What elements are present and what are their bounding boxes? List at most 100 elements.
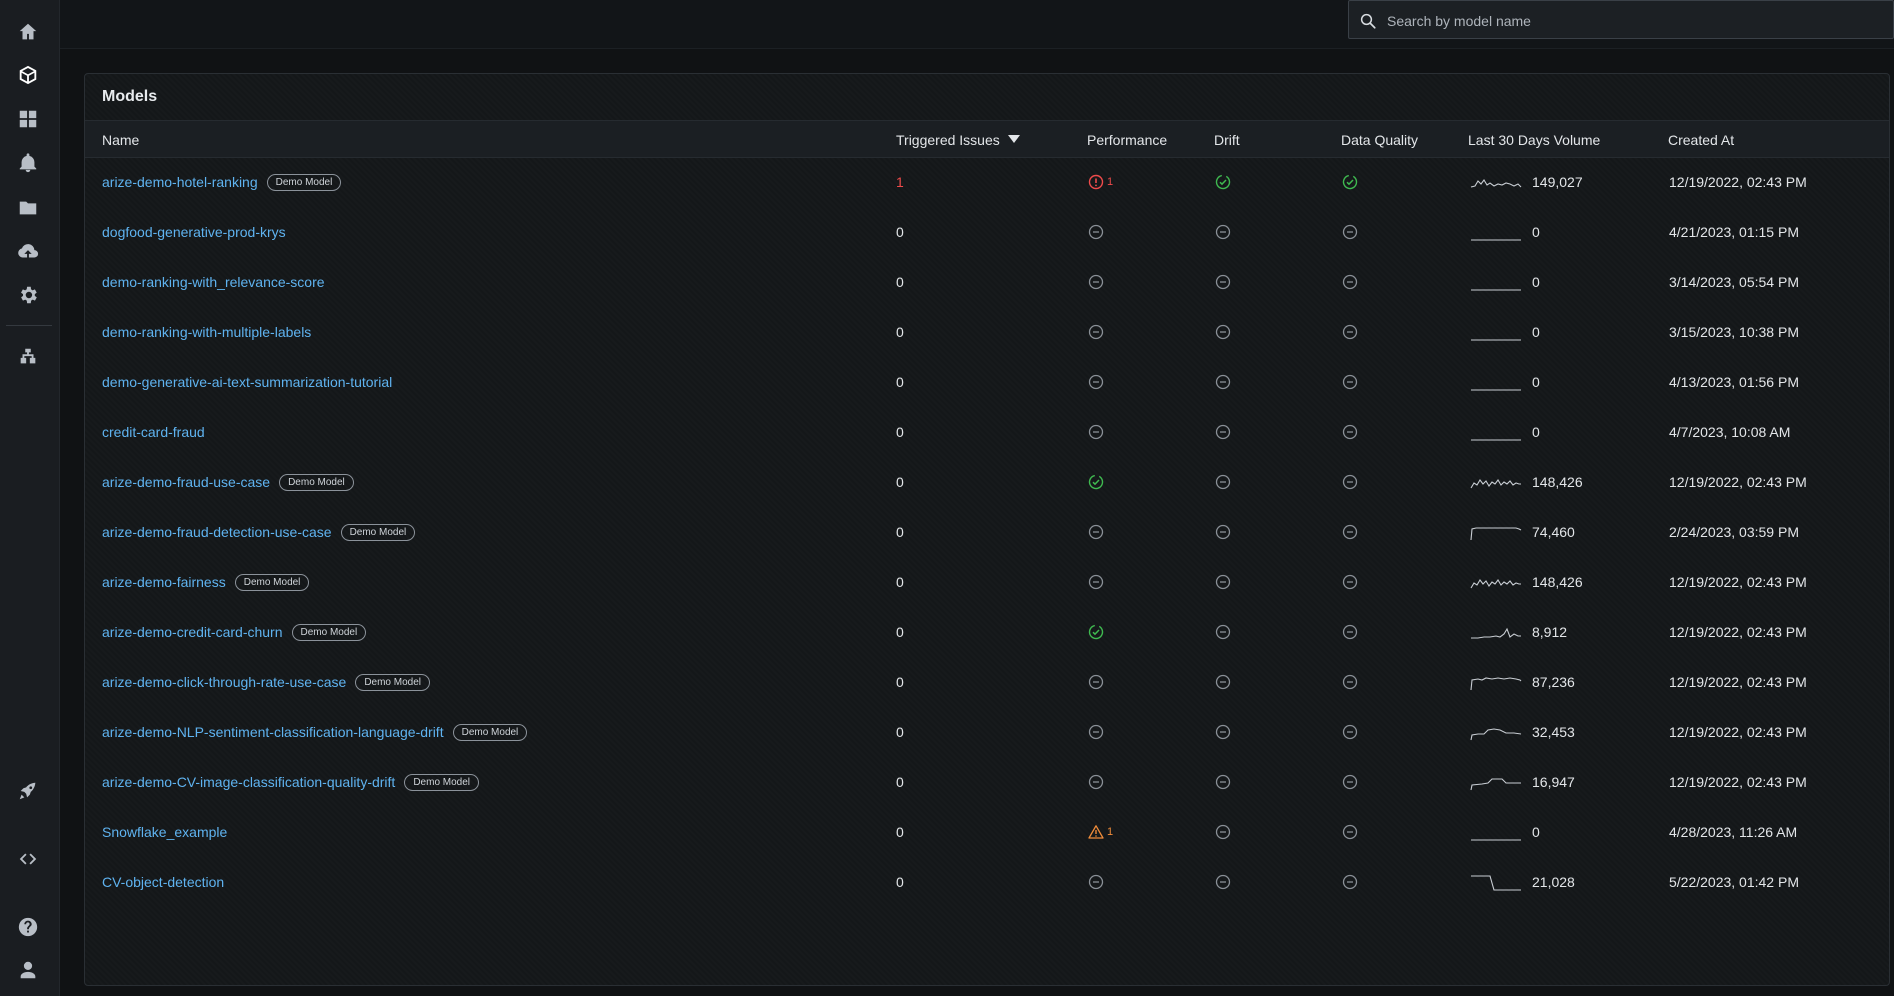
volume-cell: 0 — [1470, 407, 1540, 457]
help-icon[interactable] — [14, 913, 42, 941]
model-link[interactable]: demo-ranking-with-multiple-labels — [102, 324, 311, 340]
model-link[interactable]: CV-object-detection — [102, 874, 224, 890]
drift-status-none-icon[interactable] — [1215, 624, 1231, 640]
drift-status-none-icon[interactable] — [1215, 724, 1231, 740]
cloud-upload-icon[interactable] — [14, 238, 42, 266]
model-link[interactable]: arize-demo-fraud-use-case — [102, 474, 270, 490]
table-row[interactable]: arize-demo-click-through-rate-use-case De… — [85, 657, 1889, 707]
performance-status-ok-icon[interactable] — [1088, 624, 1104, 640]
model-link[interactable]: credit-card-fraud — [102, 424, 205, 440]
performance-status-none-icon[interactable] — [1088, 424, 1104, 440]
column-header-data-quality[interactable]: Data Quality — [1341, 132, 1418, 148]
user-icon[interactable] — [14, 956, 42, 984]
model-link[interactable]: arize-demo-NLP-sentiment-classification-… — [102, 724, 444, 740]
performance-status-none-icon[interactable] — [1088, 874, 1104, 890]
performance-status-none-icon[interactable] — [1088, 574, 1104, 590]
table-row[interactable]: arize-demo-hotel-ranking Demo Model 1 1 149,… — [85, 157, 1889, 207]
column-header-triggered-issues[interactable]: Triggered Issues — [896, 132, 1020, 148]
model-link[interactable]: demo-generative-ai-text-summarization-tu… — [102, 374, 392, 390]
data-quality-status-none-icon[interactable] — [1342, 424, 1358, 440]
code-icon[interactable] — [14, 845, 42, 873]
table-row[interactable]: arize-demo-fraud-use-case Demo Model 0 148,… — [85, 457, 1889, 507]
created-at-value: 12/19/2022, 02:43 PM — [1669, 624, 1807, 640]
model-link[interactable]: arize-demo-credit-card-churn — [102, 624, 283, 640]
drift-status-none-icon[interactable] — [1215, 274, 1231, 290]
data-quality-status-none-icon[interactable] — [1342, 474, 1358, 490]
table-row[interactable]: arize-demo-NLP-sentiment-classification-… — [85, 707, 1889, 757]
model-link[interactable]: arize-demo-hotel-ranking — [102, 174, 258, 190]
data-quality-status-none-icon[interactable] — [1342, 824, 1358, 840]
performance-status-none-icon[interactable] — [1088, 224, 1104, 240]
drift-status-none-icon[interactable] — [1215, 224, 1231, 240]
rocket-icon[interactable] — [14, 777, 42, 805]
data-quality-status-cell — [1342, 507, 1358, 557]
drift-status-none-icon[interactable] — [1215, 374, 1231, 390]
home-icon[interactable] — [14, 18, 42, 46]
column-header-volume[interactable]: Last 30 Days Volume — [1468, 132, 1600, 148]
bell-icon[interactable] — [14, 149, 42, 177]
column-header-created-at[interactable]: Created At — [1668, 132, 1734, 148]
drift-status-none-icon[interactable] — [1215, 324, 1231, 340]
drift-status-none-icon[interactable] — [1215, 524, 1231, 540]
table-row[interactable]: Snowflake_example 0 1 0 4/28/2023, 11:26 AM — [85, 807, 1889, 857]
model-link[interactable]: Snowflake_example — [102, 824, 227, 840]
performance-status-none-icon[interactable] — [1088, 674, 1104, 690]
data-quality-status-none-icon[interactable] — [1342, 524, 1358, 540]
table-row[interactable]: dogfood-generative-prod-krys 0 0 4/21/2023,… — [85, 207, 1889, 257]
model-link[interactable]: arize-demo-fairness — [102, 574, 226, 590]
drift-status-none-icon[interactable] — [1215, 774, 1231, 790]
table-row[interactable]: demo-generative-ai-text-summarization-tu… — [85, 357, 1889, 407]
table-row[interactable]: arize-demo-CV-image-classification-quali… — [85, 757, 1889, 807]
drift-status-none-icon[interactable] — [1215, 474, 1231, 490]
data-quality-status-none-icon[interactable] — [1342, 324, 1358, 340]
performance-status-none-icon[interactable] — [1088, 374, 1104, 390]
data-quality-status-none-icon[interactable] — [1342, 374, 1358, 390]
table-row[interactable]: arize-demo-credit-card-churn Demo Model 0 8… — [85, 607, 1889, 657]
drift-status-none-icon[interactable] — [1215, 574, 1231, 590]
model-link[interactable]: demo-ranking-with_relevance-score — [102, 274, 325, 290]
dashboards-grid-icon[interactable] — [14, 105, 42, 133]
volume-cell: 0 — [1470, 307, 1540, 357]
data-quality-status-none-icon[interactable] — [1342, 774, 1358, 790]
data-quality-status-ok-icon[interactable] — [1342, 174, 1358, 190]
model-link[interactable]: dogfood-generative-prod-krys — [102, 224, 286, 240]
performance-status-none-icon[interactable] — [1088, 324, 1104, 340]
performance-status-warning-icon[interactable] — [1088, 824, 1104, 840]
drift-status-none-icon[interactable] — [1215, 424, 1231, 440]
data-quality-status-none-icon[interactable] — [1342, 224, 1358, 240]
drift-status-none-icon[interactable] — [1215, 824, 1231, 840]
data-quality-status-none-icon[interactable] — [1342, 274, 1358, 290]
data-quality-status-none-icon[interactable] — [1342, 624, 1358, 640]
drift-status-none-icon[interactable] — [1215, 674, 1231, 690]
settings-gear-icon[interactable] — [14, 281, 42, 309]
table-row[interactable]: CV-object-detection 0 21,028 5/22/2023, 01:… — [85, 857, 1889, 907]
performance-status-none-icon[interactable] — [1088, 724, 1104, 740]
models-cube-icon[interactable] — [14, 61, 42, 89]
performance-status-ok-icon[interactable] — [1088, 474, 1104, 490]
column-header-name[interactable]: Name — [102, 132, 139, 148]
drift-status-none-icon[interactable] — [1215, 874, 1231, 890]
table-row[interactable]: credit-card-fraud 0 0 4/7/2023, 10:08 AM — [85, 407, 1889, 457]
model-link[interactable]: arize-demo-click-through-rate-use-case — [102, 674, 346, 690]
folder-icon[interactable] — [14, 194, 42, 222]
table-row[interactable]: arize-demo-fairness Demo Model 0 148,426 12/… — [85, 557, 1889, 607]
performance-status-none-icon[interactable] — [1088, 274, 1104, 290]
model-link[interactable]: arize-demo-fraud-detection-use-case — [102, 524, 332, 540]
data-quality-status-none-icon[interactable] — [1342, 674, 1358, 690]
table-row[interactable]: demo-ranking-with-multiple-labels 0 0 3/15/… — [85, 307, 1889, 357]
model-search[interactable] — [1348, 0, 1894, 40]
data-quality-status-none-icon[interactable] — [1342, 724, 1358, 740]
data-quality-status-none-icon[interactable] — [1342, 574, 1358, 590]
performance-status-none-icon[interactable] — [1088, 524, 1104, 540]
table-row[interactable]: demo-ranking-with_relevance-score 0 0 3/14/… — [85, 257, 1889, 307]
search-input[interactable] — [1381, 1, 1889, 40]
column-header-drift[interactable]: Drift — [1214, 132, 1240, 148]
column-header-performance[interactable]: Performance — [1087, 132, 1167, 148]
performance-status-none-icon[interactable] — [1088, 774, 1104, 790]
table-row[interactable]: arize-demo-fraud-detection-use-case Demo … — [85, 507, 1889, 557]
data-quality-status-none-icon[interactable] — [1342, 874, 1358, 890]
performance-status-error-icon[interactable] — [1088, 174, 1104, 190]
integrations-icon[interactable] — [14, 343, 42, 371]
model-link[interactable]: arize-demo-CV-image-classification-quali… — [102, 774, 395, 790]
drift-status-ok-icon[interactable] — [1215, 174, 1231, 190]
